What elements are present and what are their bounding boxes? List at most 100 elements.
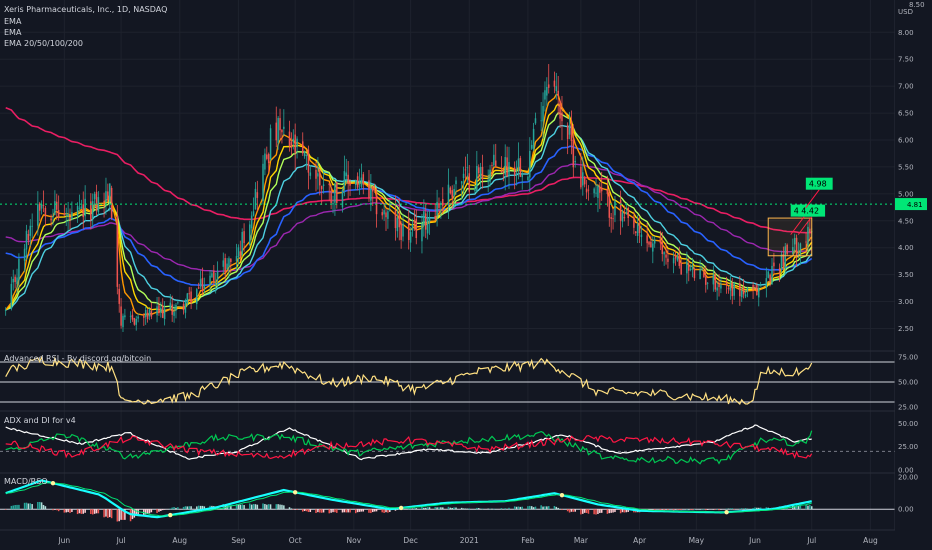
candle-body <box>739 282 741 297</box>
candle-body <box>358 182 361 185</box>
macd-histogram-bar <box>301 509 304 512</box>
macd-histogram-bar <box>739 508 741 510</box>
macd-histogram-bar <box>175 507 177 510</box>
macd-histogram-bar <box>699 509 701 510</box>
candle-body <box>716 287 718 291</box>
candle-body <box>530 144 533 149</box>
macd-histogram-bar <box>547 506 550 510</box>
macd-histogram-bar <box>322 509 325 513</box>
candle-body <box>332 203 334 205</box>
candle-body <box>712 274 715 285</box>
time-tick-label: Sep <box>231 536 245 545</box>
candle-body <box>426 218 429 234</box>
candle-body <box>476 166 478 192</box>
candle-body <box>396 217 399 232</box>
candle-body <box>557 90 559 97</box>
macd-histogram-bar <box>281 504 283 510</box>
macd-histogram-bar <box>50 508 52 510</box>
macd-histogram-bar <box>555 506 558 510</box>
candle-body <box>309 172 312 176</box>
macd-histogram-bar <box>661 509 664 510</box>
candle-body <box>56 201 58 210</box>
candle-body <box>636 224 639 236</box>
adx-tick-label: 25.00 <box>898 443 918 451</box>
candle-body <box>52 215 54 218</box>
candle-body <box>529 150 531 178</box>
candle-body <box>156 306 158 316</box>
macd-histogram-bar <box>610 509 612 513</box>
macd-histogram-bar <box>372 509 374 513</box>
candle-body <box>146 312 149 320</box>
macd-histogram-bar <box>477 508 480 510</box>
candle-body <box>301 141 304 154</box>
macd-histogram-bar <box>600 509 603 513</box>
candle-body <box>415 218 418 239</box>
macd-histogram-bar <box>256 504 259 510</box>
macd-histogram-bar <box>720 509 722 510</box>
candle-body <box>54 201 56 215</box>
macd-histogram-bar <box>453 507 455 510</box>
candle-body <box>597 185 599 198</box>
candle-body <box>122 315 124 328</box>
candle-body <box>163 308 166 320</box>
macd-histogram-bar <box>42 504 45 510</box>
macd-histogram-bar <box>612 509 614 513</box>
macd-histogram-bar <box>252 504 255 510</box>
macd-histogram-bar <box>599 509 601 514</box>
time-tick-label: Aug <box>863 536 878 545</box>
candle-body <box>294 134 296 153</box>
macd-histogram-bar <box>665 509 667 510</box>
candle-body <box>561 112 563 122</box>
candle-body <box>150 310 153 317</box>
candle-body <box>464 169 467 171</box>
macd-histogram-bar <box>608 509 611 514</box>
macd-histogram-bar <box>714 509 716 510</box>
rsi-tick-label: 25.00 <box>898 404 918 412</box>
macd-histogram-bar <box>502 509 505 510</box>
candle-body <box>553 80 556 87</box>
time-tick-label: May <box>689 536 705 545</box>
macd-histogram-bar <box>415 508 418 510</box>
macd-histogram-bar <box>381 509 383 513</box>
candle-body <box>423 211 425 226</box>
stock-chart[interactable]: 4.4C4.424.98 8.007.507.006.506.005.505.0… <box>0 0 932 550</box>
candle-body <box>23 248 26 261</box>
candle-body <box>582 172 584 186</box>
candle-body <box>190 291 192 303</box>
macd-histogram-bar <box>315 509 317 514</box>
candle-body <box>570 125 573 142</box>
candle-body <box>124 315 126 318</box>
candle-body <box>434 215 436 220</box>
macd-histogram-bar <box>606 509 609 514</box>
candle-body <box>362 174 365 185</box>
macd-histogram-bar <box>38 501 41 510</box>
macd-histogram-bar <box>754 507 756 510</box>
macd-histogram-bar <box>438 507 440 510</box>
candle-body <box>559 100 561 119</box>
candle-body <box>593 188 595 194</box>
candle-body <box>411 224 414 231</box>
candle-body <box>254 188 257 210</box>
candle-body <box>494 160 497 167</box>
candle-body <box>184 301 187 313</box>
macd-histogram-bar <box>303 509 306 512</box>
candle-body <box>769 274 771 282</box>
candle-body <box>693 268 696 279</box>
macd-histogram-bar <box>118 509 120 522</box>
candle-body <box>161 305 164 318</box>
candle-body <box>95 191 98 211</box>
candle-body <box>621 212 624 222</box>
candle-body <box>462 173 465 178</box>
macd-histogram-bar <box>356 509 359 513</box>
candle-body <box>14 276 16 283</box>
candle-body <box>84 198 86 217</box>
macd-histogram-bar <box>196 506 198 510</box>
macd-histogram-bar <box>701 509 703 510</box>
macd-histogram-bar <box>529 505 531 510</box>
macd-histogram-bar <box>449 507 452 510</box>
candle-body <box>627 207 629 219</box>
macd-histogram-bar <box>500 508 503 510</box>
candle-body <box>740 290 743 298</box>
macd-histogram-bar <box>593 509 595 515</box>
macd-histogram-bar <box>186 506 189 510</box>
